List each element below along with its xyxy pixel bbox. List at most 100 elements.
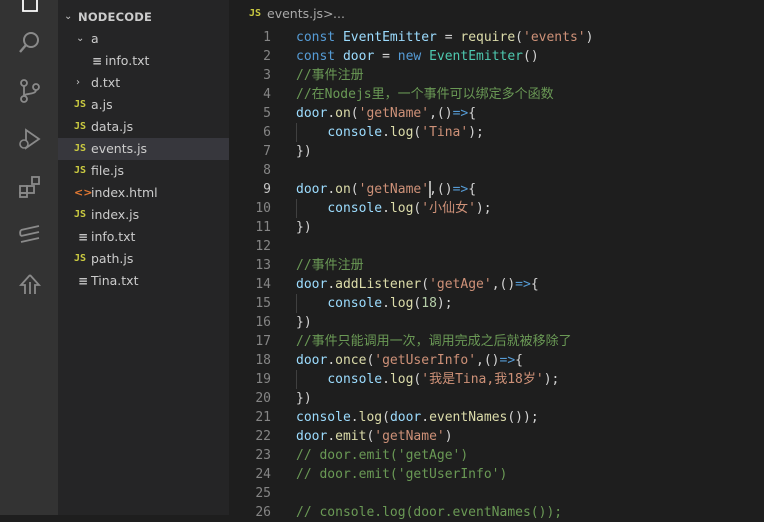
code-token: require: [460, 30, 516, 45]
code-token: .: [327, 429, 336, 444]
tree-item[interactable]: › d.txt: [58, 72, 229, 94]
code-token: // door.emit('getAge'): [296, 448, 469, 463]
line-number: 6: [263, 125, 271, 140]
js-file-icon: JS: [74, 121, 87, 132]
tree-item-label: info.txt: [105, 53, 150, 68]
explorer-icon[interactable]: [17, 0, 43, 14]
code-token: .: [382, 125, 390, 140]
code-line: }): [296, 218, 312, 237]
js-file-icon: JS: [249, 8, 262, 19]
js-file-icon: JS: [74, 99, 87, 110]
run-debug-icon[interactable]: [17, 126, 43, 152]
tree-item[interactable]: JS file.js: [58, 160, 229, 182]
indent-guide: [296, 370, 297, 389]
code-token: ,(): [429, 106, 453, 121]
code-token: door: [389, 410, 422, 425]
extensions-icon[interactable]: [17, 174, 43, 200]
tree-item[interactable]: JS events.js: [58, 138, 229, 160]
tree-item[interactable]: ≡ info.txt: [58, 50, 229, 72]
line-number: 1: [263, 30, 271, 45]
code-line: door.on('getName',()=>{: [296, 180, 476, 199]
timeline-icon[interactable]: [17, 272, 43, 298]
code-token: //事件只能调用一次，调用完成之后就被移除了: [296, 334, 572, 349]
code-token: .: [382, 372, 390, 387]
indent-guide: [296, 123, 297, 142]
code-token: (): [523, 49, 539, 64]
source-control-icon[interactable]: [17, 78, 43, 104]
tree-item[interactable]: JS path.js: [58, 248, 229, 270]
line-number: 19: [255, 372, 271, 387]
code-token: ,(): [429, 182, 453, 197]
tree-item[interactable]: ⌄ a: [58, 28, 229, 50]
code-token: door: [296, 277, 328, 292]
code-token: EventEmitter: [342, 30, 437, 45]
js-file-icon: JS: [74, 165, 87, 176]
indent-guide: [296, 199, 297, 218]
code-token: console: [327, 296, 383, 311]
code-token: }): [296, 391, 312, 406]
code-token: {: [468, 106, 477, 121]
line-number: 8: [263, 163, 271, 178]
code-token: }): [296, 220, 312, 235]
search-icon[interactable]: [17, 29, 43, 55]
tree-item-label: a: [91, 31, 99, 46]
js-file-icon: JS: [74, 253, 87, 264]
tree-item[interactable]: <> index.html: [58, 182, 229, 204]
line-number: 5: [263, 106, 271, 121]
tree-item-label: d.txt: [91, 75, 121, 90]
tree-item[interactable]: ≡ info.txt: [58, 226, 229, 248]
tree-item[interactable]: JS data.js: [58, 116, 229, 138]
chevron-right-icon: >: [323, 6, 334, 21]
code-token: addListener: [335, 277, 422, 292]
tree-item-label: a.js: [91, 97, 113, 112]
breadcrumb-symbol[interactable]: ...: [333, 0, 345, 28]
code-token: door: [296, 429, 328, 444]
code-line: door.emit('getName'): [296, 427, 453, 446]
code-token: ());: [507, 410, 539, 425]
code-token: console: [327, 125, 383, 140]
remote-explorer-icon[interactable]: [17, 222, 43, 248]
txt-file-icon: ≡: [78, 274, 89, 288]
line-number: 13: [255, 258, 271, 273]
code-token: 'events': [523, 30, 586, 45]
code-token: 'getName': [358, 182, 430, 197]
breadcrumb: JS events.js > ...: [229, 0, 764, 28]
code-token: // door.emit('getUserInfo'): [296, 467, 508, 482]
code-token: log: [389, 372, 414, 387]
line-number: 3: [263, 68, 271, 83]
line-number: 7: [263, 144, 271, 159]
editor-pane: JS events.js > ... 1 2 3 4 5 6 7 8 9 10 11 12 13 14 15…: [229, 0, 764, 520]
code-token: =>: [515, 277, 531, 292]
code-token: log: [389, 201, 414, 216]
code-token: .: [327, 106, 336, 121]
code-token: 'getName': [374, 429, 445, 444]
code-token: EventEmitter: [429, 49, 523, 64]
code-token: console: [296, 410, 351, 425]
line-number: 15: [255, 296, 271, 311]
code-line: // console.log(door.eventNames());: [296, 503, 562, 522]
code-token: );: [436, 296, 453, 311]
code-token: console: [327, 201, 383, 216]
code-token: 'getUserInfo': [374, 353, 477, 368]
line-number: 18: [255, 353, 271, 368]
code-token: new: [397, 49, 430, 64]
chevron-right-icon: ›: [76, 77, 80, 88]
code-token: =>: [452, 182, 469, 197]
code-token: .: [327, 182, 336, 197]
breadcrumb-file[interactable]: events.js: [267, 0, 323, 28]
explorer-root-nodecode[interactable]: ⌄ NODECODE: [58, 6, 229, 28]
tree-item[interactable]: JS index.js: [58, 204, 229, 226]
line-number: 16: [255, 315, 271, 330]
code-token: //事件注册: [296, 258, 364, 273]
code-token: emit: [335, 429, 367, 444]
code-token: log: [389, 296, 414, 311]
tree-item[interactable]: ≡ Tina.txt: [58, 270, 229, 292]
line-number: 11: [255, 220, 271, 235]
code-token: }): [296, 315, 312, 330]
tree-item[interactable]: JS a.js: [58, 94, 229, 116]
txt-file-icon: ≡: [92, 54, 103, 68]
line-number: 14: [255, 277, 271, 292]
activity-bar: [0, 0, 58, 515]
